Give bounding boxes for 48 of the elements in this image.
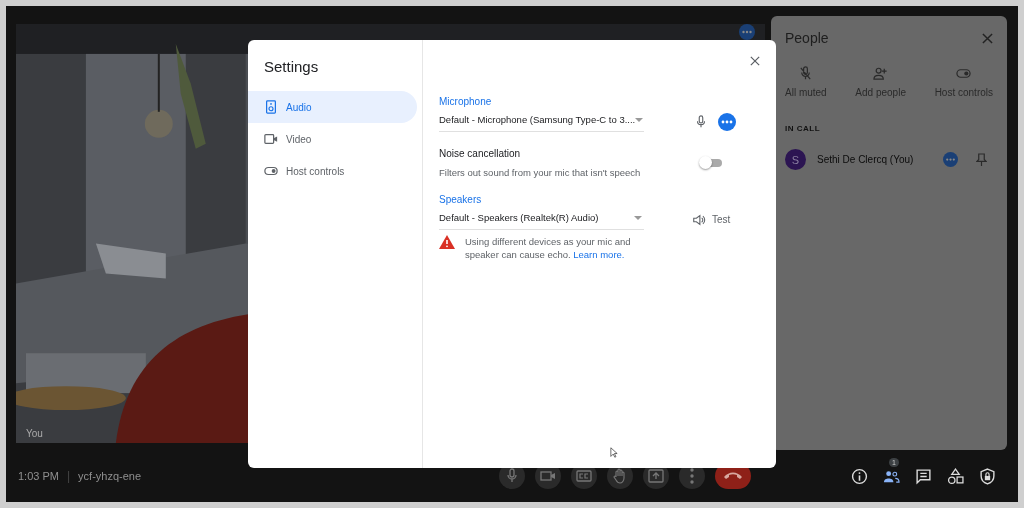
pin-icon[interactable] bbox=[976, 153, 987, 166]
meeting-time: 1:03 PM bbox=[18, 470, 59, 482]
phone-icon bbox=[722, 470, 743, 482]
meeting-code: ycf-yhzq-ene bbox=[78, 470, 142, 482]
hand-icon bbox=[611, 468, 628, 484]
chat-icon[interactable] bbox=[915, 467, 932, 485]
toggle-icon bbox=[956, 66, 972, 81]
speaker-icon bbox=[692, 212, 706, 227]
microphone-dropdown[interactable]: Default - Microphone (Samsung Type-C to 3.... bbox=[439, 111, 644, 132]
settings-tab[interactable]: Video bbox=[248, 123, 417, 155]
noise-cancellation-toggle[interactable] bbox=[702, 159, 722, 167]
caret-icon bbox=[635, 117, 644, 122]
learn-more-link[interactable]: Learn more. bbox=[573, 249, 625, 260]
setting-description: Filters out sound from your mic that isn't speech bbox=[439, 167, 642, 178]
setting-label: Noise cancellation bbox=[439, 148, 522, 159]
settings-tab[interactable]: Host controls bbox=[248, 155, 417, 187]
info-icon[interactable] bbox=[851, 467, 868, 485]
shield-lock-icon[interactable] bbox=[979, 467, 996, 485]
camera-icon bbox=[539, 468, 556, 484]
section-label: Microphone bbox=[439, 96, 493, 107]
close-icon[interactable] bbox=[982, 32, 993, 44]
toggle-icon bbox=[264, 164, 278, 178]
dialog-title: Settings bbox=[264, 58, 320, 75]
add-person-icon bbox=[873, 66, 889, 81]
avatar: S bbox=[785, 149, 806, 170]
warning-message: Using different devices as your mic and speaker can cause echo. Learn more. bbox=[465, 235, 632, 261]
close-icon[interactable] bbox=[750, 56, 760, 66]
more-icon[interactable] bbox=[739, 24, 755, 40]
speakers-dropdown[interactable]: Default - Speakers (Realtek(R) Audio) bbox=[439, 209, 644, 230]
more-icon[interactable] bbox=[718, 112, 736, 131]
participant-name: You bbox=[26, 428, 43, 439]
panel-title: People bbox=[785, 30, 829, 46]
caret-icon bbox=[634, 215, 642, 220]
microphone-icon bbox=[694, 114, 708, 129]
section-heading: IN CALL bbox=[785, 124, 822, 133]
speaker-icon bbox=[264, 100, 278, 114]
cursor-icon bbox=[610, 447, 618, 458]
settings-tab[interactable]: Audio bbox=[248, 91, 417, 123]
participant-name: Sethi De Clercq (You) bbox=[817, 154, 915, 165]
present-screen-icon bbox=[647, 468, 664, 484]
test-button[interactable]: Test bbox=[692, 212, 731, 227]
warning-icon bbox=[439, 235, 455, 249]
section-label: Speakers bbox=[439, 194, 483, 205]
camera-icon bbox=[264, 132, 278, 146]
separator: | bbox=[66, 469, 71, 483]
captions-icon bbox=[575, 468, 592, 484]
more-vertical-icon bbox=[689, 468, 694, 484]
shapes-icon[interactable] bbox=[947, 467, 964, 485]
